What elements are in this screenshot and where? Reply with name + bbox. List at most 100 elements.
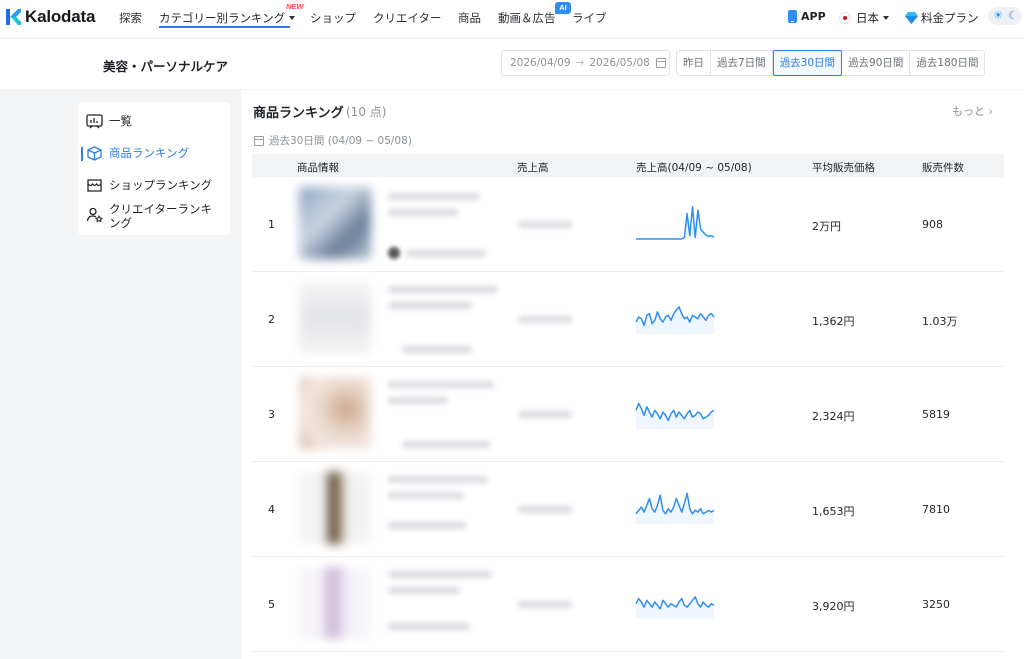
date-from: 2026/04/09: [510, 57, 571, 69]
range-tab-30d[interactable]: 過去30日間: [772, 50, 843, 76]
nav-category-ranking[interactable]: カテゴリー別ランキング: [159, 10, 296, 26]
column-header-product: 商品情報: [297, 162, 339, 174]
app-label: APP: [801, 10, 826, 23]
table-row[interactable]: 1 2万円 908: [252, 177, 1004, 272]
nav-category-ranking-label: カテゴリー別ランキング: [159, 11, 286, 25]
sales-sparkline: [635, 492, 715, 524]
range-tabs: 昨日 過去7日間 過去30日間 過去90日間 過去180日間: [676, 50, 986, 76]
more-label: もっと: [952, 105, 985, 118]
range-tab-180d[interactable]: 過去180日間: [910, 51, 984, 75]
units-sold: 3250: [922, 598, 950, 611]
country-label: 日本: [856, 11, 879, 25]
brand-logo[interactable]: Kalodata: [6, 7, 95, 27]
nav-product[interactable]: 商品: [458, 10, 481, 26]
page-title: 美容・パーソナルケア: [103, 59, 229, 74]
pricing-plan-link[interactable]: 料金プラン: [905, 10, 979, 26]
product-name-blurred: [388, 397, 448, 404]
active-indicator: [81, 147, 83, 161]
sales-value-blurred: [518, 411, 572, 418]
shop-avatar: [388, 247, 400, 259]
moon-icon: ☾: [1008, 9, 1018, 22]
theme-toggle[interactable]: ☀ ☾: [988, 7, 1022, 25]
sidebar-item-label: 商品ランキング: [109, 146, 190, 160]
nav-live[interactable]: ライブ: [572, 10, 607, 26]
units-sold: 1.03万: [922, 315, 958, 328]
top-navigation: Kalodata 探索 カテゴリー別ランキング NEW ショップ クリエイター …: [0, 0, 1024, 38]
table-row[interactable]: 5 3,920円 3250: [252, 557, 1004, 652]
more-link[interactable]: もっと ›: [952, 103, 993, 119]
app-download-link[interactable]: APP: [788, 10, 826, 23]
product-name-blurred: [388, 193, 480, 200]
product-name-blurred: [388, 571, 492, 578]
table-row[interactable]: 4 1,653円 7810: [252, 462, 1004, 557]
avg-price: 1,362円: [812, 315, 855, 328]
arrow-right-icon: →: [575, 57, 585, 69]
rank-number: 1: [268, 218, 275, 231]
sparkline-area: [636, 493, 714, 524]
chevron-right-icon: ›: [988, 105, 993, 118]
product-name-blurred: [388, 286, 498, 293]
sidebar-item-label: クリエイターランキング: [109, 202, 213, 230]
avg-price: 2万円: [812, 220, 841, 233]
sales-value-blurred: [518, 316, 572, 323]
avg-price: 1,653円: [812, 505, 855, 518]
phone-icon: [788, 10, 797, 23]
date-range-picker[interactable]: 2026/04/09 → 2026/05/08: [501, 50, 670, 76]
active-nav-underline: [159, 26, 290, 28]
product-thumbnail[interactable]: [299, 567, 371, 639]
nav-explore[interactable]: 探索: [119, 10, 142, 26]
rank-number: 2: [268, 313, 275, 326]
shop-name-blurred: [402, 441, 490, 448]
units-sold: 5819: [922, 408, 950, 421]
rank-number: 5: [268, 598, 275, 611]
product-thumbnail[interactable]: [299, 282, 371, 354]
shop-icon: [87, 178, 102, 192]
range-tab-90d[interactable]: 過去90日間: [842, 51, 911, 75]
table-row[interactable]: 2 1,362円 1.03万: [252, 272, 1004, 367]
japan-flag-icon: [839, 12, 851, 24]
product-thumbnail[interactable]: [299, 472, 371, 544]
sidebar-item-shop-ranking[interactable]: ショップランキング: [86, 177, 212, 193]
table-header: 商品情報 売上高 売上高(04/09 ~ 05/08) 平均販売価格 販売件数: [252, 154, 1004, 177]
nav-creator[interactable]: クリエイター: [373, 10, 442, 26]
brand-name: Kalodata: [25, 7, 96, 26]
box-icon: [87, 145, 102, 161]
sidebar-item-product-ranking[interactable]: 商品ランキング: [86, 145, 189, 161]
sparkline-area: [636, 596, 714, 619]
column-header-sales: 売上高: [517, 162, 549, 174]
table-row[interactable]: 3 2,324円 5819: [252, 367, 1004, 462]
column-header-sales-trend: 売上高(04/09 ~ 05/08): [636, 162, 752, 174]
item-count: (10 点): [346, 105, 387, 119]
nav-video-ads[interactable]: 動画＆広告: [498, 10, 556, 26]
product-name-blurred: [388, 209, 458, 216]
product-name-blurred: [388, 476, 488, 483]
range-tab-yesterday[interactable]: 昨日: [677, 51, 711, 75]
period-note: 過去30日間 (04/09 ~ 05/08): [254, 133, 412, 148]
sales-value-blurred: [518, 601, 572, 608]
category-header: 美容・パーソナルケア 2026/04/09 → 2026/05/08 昨日 過去…: [0, 39, 1024, 89]
sales-sparkline: [635, 306, 715, 334]
product-name-blurred: [388, 492, 464, 499]
country-selector[interactable]: 日本: [839, 10, 889, 26]
sparkline-area: [636, 206, 714, 239]
period-label: 過去30日間 (04/09 ~ 05/08): [269, 135, 412, 147]
avg-price: 2,324円: [812, 410, 855, 423]
sidebar-item-overview[interactable]: 一覧: [86, 113, 132, 129]
product-name-blurred: [388, 587, 460, 594]
calendar-icon: [655, 58, 666, 68]
new-badge: NEW: [286, 2, 304, 11]
sales-value-blurred: [518, 221, 572, 228]
product-thumbnail[interactable]: [299, 377, 371, 449]
sidebar-item-creator-ranking[interactable]: クリエイターランキング: [86, 202, 221, 230]
sun-icon: ☀: [993, 9, 1003, 22]
avg-price: 3,920円: [812, 600, 855, 613]
range-tab-7d[interactable]: 過去7日間: [711, 51, 773, 75]
shop-name-blurred: [388, 522, 466, 529]
product-thumbnail[interactable]: [299, 187, 371, 259]
sales-value-blurred: [518, 506, 572, 513]
nav-shop[interactable]: ショップ: [310, 10, 356, 26]
creator-icon: [86, 207, 103, 222]
units-sold: 908: [922, 218, 943, 231]
product-name-blurred: [388, 302, 472, 309]
chart-board-icon: [86, 113, 103, 128]
